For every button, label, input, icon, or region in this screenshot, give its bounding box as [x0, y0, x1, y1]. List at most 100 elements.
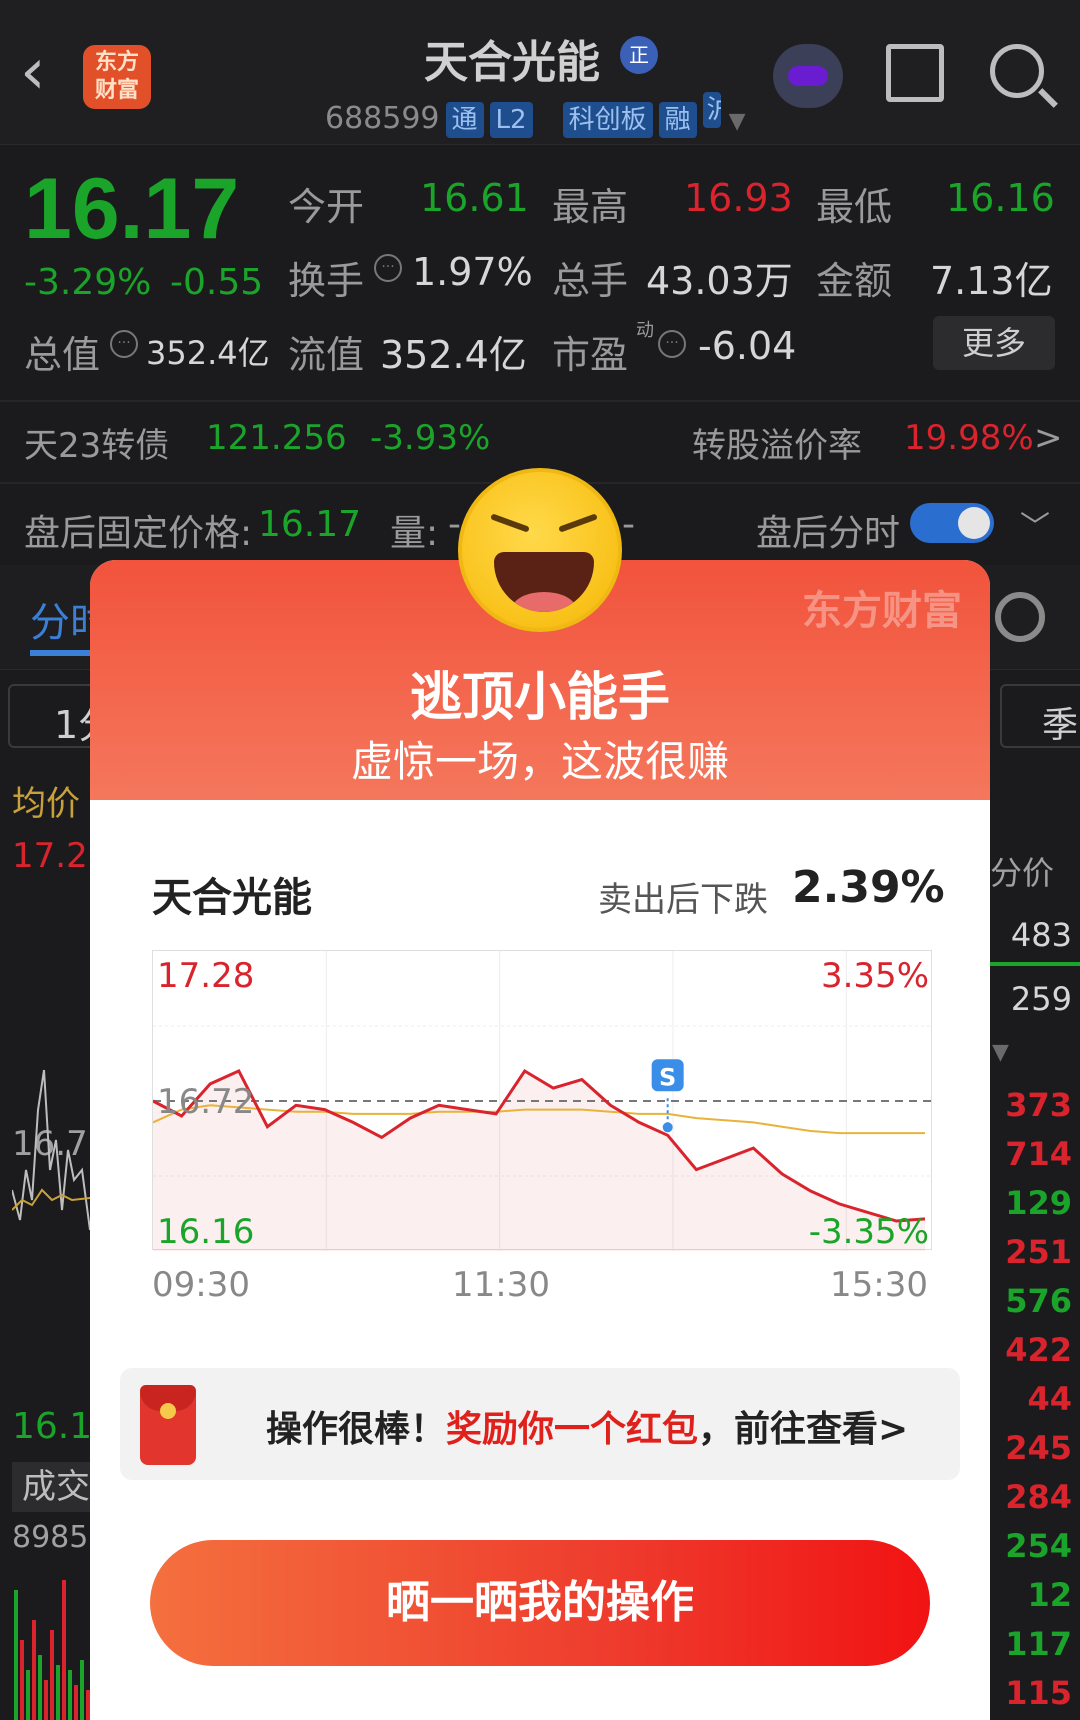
bg-volume-value: 8985: [12, 1520, 89, 1555]
pe-dynamic-sup: 动: [636, 320, 654, 341]
price-breakdown-header: 分价: [990, 854, 1055, 892]
info-icon[interactable]: ···: [658, 330, 686, 358]
bg-right-list-item: 44: [1027, 1380, 1072, 1418]
tag-tong: 通: [445, 102, 484, 138]
y-label-low: 16.16: [157, 1212, 254, 1251]
bg-right-list-item: 714: [1005, 1135, 1072, 1173]
premium-value: 19.98%: [904, 418, 1034, 458]
zheng-badge: 正: [620, 36, 658, 74]
info-icon[interactable]: ···: [374, 254, 402, 282]
redpack-text-link: ，前往查看>: [698, 1409, 909, 1450]
modal-subtitle: 虚惊一场，这波很赚: [350, 737, 729, 786]
bg-right-list-item: 117: [1005, 1625, 1072, 1663]
bg-right-list-item: 373: [1005, 1086, 1072, 1124]
period-season-button[interactable]: 季: [1000, 684, 1080, 748]
bg-right-list-item: 284: [1005, 1478, 1072, 1516]
premium-label[interactable]: 转股溢价率: [692, 418, 862, 467]
back-chevron-icon[interactable]: ‹: [20, 40, 46, 104]
x-label-start: 09:30: [152, 1265, 250, 1305]
after-hours-vol-label: 量:: [390, 513, 439, 554]
share-icon[interactable]: [886, 44, 944, 102]
current-price: 16.17: [24, 161, 240, 257]
info-icon[interactable]: ···: [110, 330, 138, 358]
red-envelope-icon: [140, 1385, 196, 1465]
y-label-mid: 16.72: [157, 1082, 254, 1122]
tags-dropdown-icon[interactable]: ▼: [729, 109, 746, 134]
bg-right-list-item: 422: [1005, 1331, 1072, 1369]
drop-after-sell-value: 2.39%: [792, 862, 945, 913]
y-label-low-pct: -3.35%: [809, 1212, 929, 1251]
modal-title: 逃顶小能手: [409, 668, 670, 728]
laughing-emoji-icon: [458, 468, 622, 632]
after-hours-fixed-label: 盘后固定价格:: [24, 513, 253, 554]
turnover-value: 1.97%: [412, 250, 533, 294]
mini-chart-svg: S 17.28 3.35% 16.72 16.16 -3.35%: [152, 951, 933, 1252]
high-value: 16.93: [684, 176, 793, 220]
intraday-mini-chart: S 17.28 3.35% 16.72 16.16 -3.35%: [152, 950, 933, 1252]
sell-marker-label: S: [659, 1063, 676, 1091]
amount-value: 7.13亿: [930, 259, 1053, 303]
open-label: 今开: [288, 185, 365, 229]
achievement-modal: 东方财富 逃顶小能手 虚惊一场，这波很赚 天合光能 卖出后下跌 2.39% S 1…: [90, 560, 990, 1720]
change-percent: -3.29%: [24, 262, 152, 303]
volume-value: 43.03万: [646, 259, 793, 303]
stock-title: 天合光能: [424, 26, 600, 90]
redpack-text[interactable]: 操作很棒！奖励你一个红包，前往查看>: [266, 1400, 908, 1452]
eastmoney-logo: 东方 财富: [83, 45, 151, 109]
high-label: 最高: [552, 185, 629, 229]
chevron-down-icon[interactable]: ﹀: [1020, 502, 1050, 546]
volume-tab[interactable]: 成交: [12, 1462, 92, 1512]
after-hours-toggle[interactable]: [910, 503, 994, 543]
tag-kcb: 科创板: [562, 102, 653, 138]
turnover-label: 换手: [288, 259, 365, 303]
bg-right-list-item: 251: [1005, 1233, 1072, 1271]
triangle-down-icon: ▼: [992, 1040, 1009, 1065]
bg-right-list-item: 12: [1027, 1576, 1072, 1614]
ai-robot-icon[interactable]: [773, 44, 843, 108]
gear-icon[interactable]: [995, 592, 1045, 642]
volume-tab-label: 成交: [22, 1467, 90, 1507]
bg-right-list-item: 254: [1005, 1527, 1072, 1565]
bg-intraday-line: [12, 1069, 91, 1231]
y-label-high-pct: 3.35%: [821, 956, 929, 996]
float-label: 流值: [288, 333, 365, 377]
redpack-text-reward: 奖励你一个红包: [446, 1409, 699, 1450]
modal-brand-watermark: 东方财富: [802, 588, 962, 634]
pe-label: 市盈: [552, 333, 629, 377]
y-label-high: 17.28: [157, 956, 254, 996]
avg-price-label: 均价: [12, 784, 80, 824]
stock-code-row: 688599 通 L2 科创板融沪 ▼: [325, 92, 746, 138]
drop-after-sell-label: 卖出后下跌: [598, 880, 768, 920]
divider: [0, 400, 1080, 402]
tab-indicator: [30, 650, 90, 656]
search-icon[interactable]: [990, 44, 1044, 98]
bg-price-top: 17.2: [12, 836, 88, 876]
tag-rong: 融: [658, 102, 697, 138]
bg-right-list-item: 245: [1005, 1429, 1072, 1467]
bg-right-top-0: 483: [1010, 916, 1072, 954]
after-hours-fixed-price: 16.17: [258, 504, 362, 545]
x-label-end: 15:30: [830, 1265, 928, 1305]
bg-price-low: 16.1: [12, 1406, 93, 1447]
share-my-trade-button[interactable]: 晒一晒我的操作: [150, 1540, 930, 1666]
chevron-right-icon[interactable]: >: [1034, 418, 1063, 458]
bond-price: 121.256: [206, 418, 347, 458]
amount-label: 金额: [816, 259, 893, 303]
period-season-label: 季: [1042, 705, 1079, 746]
bond-pct: -3.93%: [370, 418, 491, 458]
card-stock-name: 天合光能: [152, 875, 312, 921]
bg-right-list-item: 576: [1005, 1282, 1072, 1320]
tag-l2: L2: [489, 102, 533, 138]
x-label-mid: 11:30: [452, 1265, 550, 1305]
low-label: 最低: [816, 185, 893, 229]
mktcap-label: 总值: [24, 333, 101, 377]
mktcap-value: 352.4亿: [146, 334, 270, 372]
period-1min-button[interactable]: 1分: [8, 684, 98, 748]
bg-right-top-1: 259: [1010, 980, 1072, 1018]
pe-value: -6.04: [698, 324, 797, 368]
volume-label: 总手: [552, 259, 629, 303]
bond-name[interactable]: 天23转债: [24, 418, 169, 467]
bg-right-list-item: 115: [1005, 1674, 1072, 1712]
more-button[interactable]: 更多: [933, 316, 1055, 370]
tag-hu: 沪: [702, 92, 721, 128]
